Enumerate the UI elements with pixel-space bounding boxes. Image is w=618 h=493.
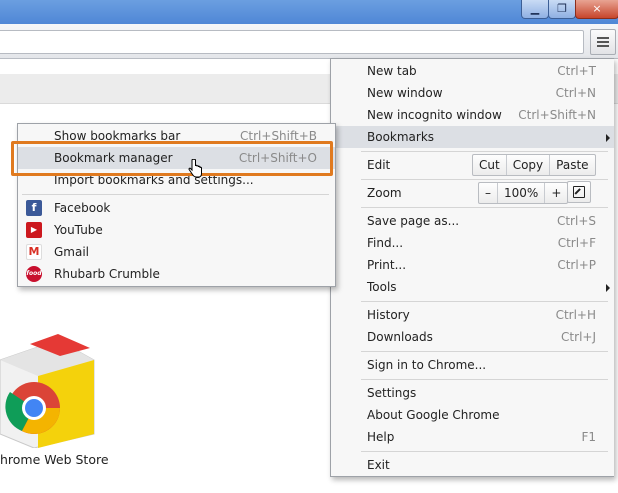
- paste-button[interactable]: Paste: [549, 155, 594, 175]
- menu-item-downloads[interactable]: Downloads Ctrl+J: [331, 326, 614, 348]
- menu-item-label: Downloads: [367, 330, 433, 344]
- shortcut-label: Ctrl+H: [555, 308, 596, 322]
- menu-item-exit[interactable]: Exit: [331, 454, 614, 476]
- menu-item-label: Print...: [367, 258, 407, 272]
- bookmark-label: Gmail: [54, 245, 90, 259]
- cut-button[interactable]: Cut: [473, 155, 506, 175]
- shortcut-label: Ctrl+J: [561, 330, 596, 344]
- menu-item-settings[interactable]: Settings: [331, 382, 614, 404]
- menu-separator: [361, 379, 608, 380]
- menu-icon-line: [597, 45, 609, 47]
- address-bar[interactable]: [0, 30, 584, 54]
- menu-item-about[interactable]: About Google Chrome: [331, 404, 614, 426]
- menu-item-history[interactable]: History Ctrl+H: [331, 304, 614, 326]
- menu-separator: [361, 451, 608, 452]
- menu-item-label: New tab: [367, 64, 417, 78]
- annotation-highlight-box: [11, 141, 333, 176]
- menu-item-help[interactable]: Help F1: [331, 426, 614, 448]
- menu-item-label: Tools: [367, 280, 397, 294]
- shortcut-label: F1: [581, 430, 596, 444]
- menu-item-label: Edit: [367, 158, 391, 172]
- bookmark-item-rhubarb-crumble[interactable]: food Rhubarb Crumble: [18, 263, 335, 285]
- menu-separator: [361, 151, 608, 152]
- shortcut-label: Ctrl+P: [557, 258, 596, 272]
- menu-item-new-tab[interactable]: New tab Ctrl+T: [331, 60, 614, 82]
- bookmark-item-youtube[interactable]: ▶ YouTube: [18, 219, 335, 241]
- zoom-out-button[interactable]: –: [479, 183, 497, 203]
- bookmark-label: Facebook: [54, 201, 111, 215]
- shortcut-label: Ctrl+S: [556, 214, 596, 228]
- shortcut-label: Ctrl+F: [557, 236, 596, 250]
- submenu-arrow-icon: [606, 284, 610, 292]
- menu-item-label: Exit: [367, 458, 390, 472]
- shortcut-label: Ctrl+T: [557, 64, 596, 78]
- menu-item-label: New window: [367, 86, 443, 100]
- menu-item-label: Find...: [367, 236, 404, 250]
- minimize-icon[interactable]: ▁: [521, 0, 549, 19]
- chrome-web-store-label[interactable]: hrome Web Store: [0, 452, 109, 467]
- shortcut-label: Ctrl+N: [555, 86, 596, 100]
- menu-item-new-window[interactable]: New window Ctrl+N: [331, 82, 614, 104]
- youtube-icon: ▶: [26, 222, 42, 238]
- menu-icon: [597, 37, 609, 39]
- menu-item-label: Sign in to Chrome...: [367, 358, 487, 372]
- menu-separator: [361, 351, 608, 352]
- facebook-icon: f: [26, 200, 42, 216]
- menu-item-edit: Edit Cut Copy Paste: [331, 154, 614, 176]
- zoom-in-button[interactable]: +: [544, 183, 567, 203]
- menu-item-tools[interactable]: Tools: [331, 276, 614, 298]
- menu-item-label: Save page as...: [367, 214, 460, 228]
- menu-item-label: Help: [367, 430, 395, 444]
- mouse-cursor-icon: [188, 159, 202, 178]
- bookmark-label: Rhubarb Crumble: [54, 267, 160, 281]
- zoom-level: 100%: [497, 183, 544, 203]
- menu-separator: [361, 207, 608, 208]
- menu-item-label: About Google Chrome: [367, 408, 500, 422]
- chrome-menu-button[interactable]: [590, 29, 616, 55]
- zoom-controls: – 100% +: [478, 182, 569, 204]
- title-bar: ▁ ❐ ×: [0, 0, 618, 24]
- menu-item-label: Zoom: [367, 186, 402, 200]
- bookmark-item-gmail[interactable]: M Gmail: [18, 241, 335, 263]
- menu-item-find[interactable]: Find... Ctrl+F: [331, 232, 614, 254]
- menu-item-bookmarks[interactable]: Bookmarks: [331, 126, 614, 148]
- fullscreen-icon[interactable]: [567, 181, 591, 203]
- shortcut-label: Ctrl+Shift+N: [518, 108, 596, 122]
- menu-item-new-incognito[interactable]: New incognito window Ctrl+Shift+N: [331, 104, 614, 126]
- food-icon: food: [26, 266, 42, 282]
- menu-separator: [361, 301, 608, 302]
- menu-separator: [22, 194, 329, 195]
- menu-item-label: History: [367, 308, 410, 322]
- menu-item-label: New incognito window: [367, 108, 502, 122]
- copy-button[interactable]: Copy: [505, 155, 549, 175]
- menu-item-sign-in[interactable]: Sign in to Chrome...: [331, 354, 614, 376]
- close-icon[interactable]: ×: [575, 0, 618, 19]
- gmail-icon: M: [26, 244, 42, 260]
- menu-item-label: Bookmarks: [367, 130, 435, 144]
- bookmark-label: YouTube: [54, 223, 103, 237]
- bookmark-item-facebook[interactable]: f Facebook: [18, 197, 335, 219]
- menu-item-label: Settings: [367, 386, 417, 400]
- chrome-web-store-icon[interactable]: [0, 330, 98, 448]
- edit-button-group: Cut Copy Paste: [472, 154, 596, 176]
- menu-item-print[interactable]: Print... Ctrl+P: [331, 254, 614, 276]
- chrome-menu: New tab Ctrl+T New window Ctrl+N New incog…: [330, 58, 614, 477]
- submenu-arrow-icon: [606, 134, 610, 142]
- menu-separator: [361, 179, 608, 180]
- menu-icon-line: [597, 41, 609, 43]
- menu-item-save-page[interactable]: Save page as... Ctrl+S: [331, 210, 614, 232]
- menu-item-zoom: Zoom – 100% +: [331, 181, 614, 204]
- browser-toolbar: [0, 24, 618, 59]
- restore-icon[interactable]: ❐: [548, 0, 576, 19]
